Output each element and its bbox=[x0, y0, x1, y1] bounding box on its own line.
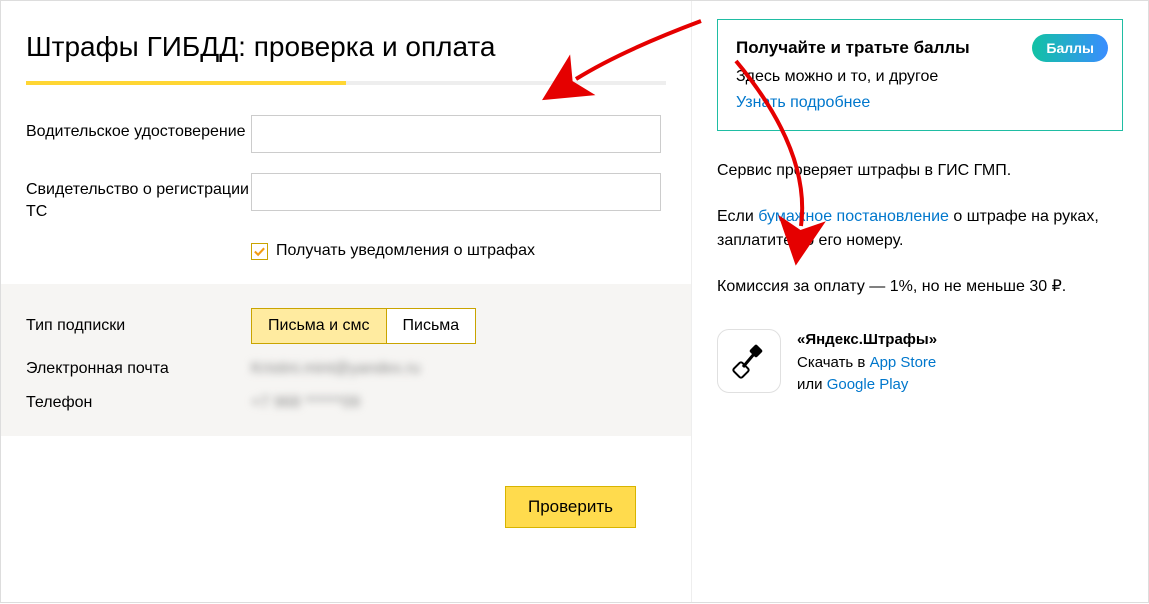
page-title: Штрафы ГИБДД: проверка и оплата bbox=[26, 31, 666, 63]
app-name: «Яндекс.Штрафы» bbox=[797, 331, 937, 348]
submit-button[interactable]: Проверить bbox=[505, 486, 636, 528]
app-store-link[interactable]: App Store bbox=[870, 354, 937, 371]
progress-fill bbox=[26, 81, 346, 85]
progress-bar bbox=[26, 81, 666, 85]
app-download-prefix: Скачать в bbox=[797, 354, 870, 371]
info-line-1: Сервис проверяет штрафы в ГИС ГМП. bbox=[717, 159, 1123, 183]
registration-input[interactable] bbox=[251, 173, 661, 211]
promo-badge[interactable]: Баллы bbox=[1032, 34, 1108, 62]
subscription-toggle: Письма и смс Письма bbox=[251, 308, 476, 344]
app-icon bbox=[717, 329, 781, 393]
subscription-type-label: Тип подписки bbox=[26, 317, 251, 335]
paper-decree-link[interactable]: бумажное постановление bbox=[758, 208, 949, 225]
license-label: Водительское удостоверение bbox=[26, 115, 251, 143]
toggle-letters-sms[interactable]: Письма и смс bbox=[252, 309, 387, 343]
license-input[interactable] bbox=[251, 115, 661, 153]
phone-value: +7 968 ******09 bbox=[251, 394, 360, 412]
app-or: или bbox=[797, 376, 827, 393]
notify-checkbox[interactable] bbox=[251, 243, 268, 260]
phone-label: Телефон bbox=[26, 394, 251, 412]
app-promo: «Яндекс.Штрафы» Скачать в App Store или … bbox=[717, 329, 1123, 397]
info-line-2-before: Если bbox=[717, 208, 758, 225]
promo-link[interactable]: Узнать подробнее bbox=[736, 94, 870, 111]
info-line-2: Если бумажное постановление о штрафе на … bbox=[717, 205, 1123, 253]
notify-checkbox-label: Получать уведомления о штрафах bbox=[276, 242, 535, 260]
email-label: Электронная почта bbox=[26, 360, 251, 378]
toggle-letters[interactable]: Письма bbox=[387, 309, 476, 343]
info-line-3: Комиссия за оплату — 1%, но не меньше 30… bbox=[717, 275, 1123, 299]
fines-app-icon bbox=[730, 342, 768, 380]
promo-box: Получайте и тратьте баллы Здесь можно и … bbox=[717, 19, 1123, 131]
check-icon bbox=[253, 245, 266, 258]
registration-label: Свидетельство о регистрации ТС bbox=[26, 173, 251, 222]
promo-subtitle: Здесь можно и то, и другое bbox=[736, 68, 1104, 86]
email-value: Kristini.mint@yandex.ru bbox=[251, 360, 420, 378]
google-play-link[interactable]: Google Play bbox=[827, 376, 909, 393]
